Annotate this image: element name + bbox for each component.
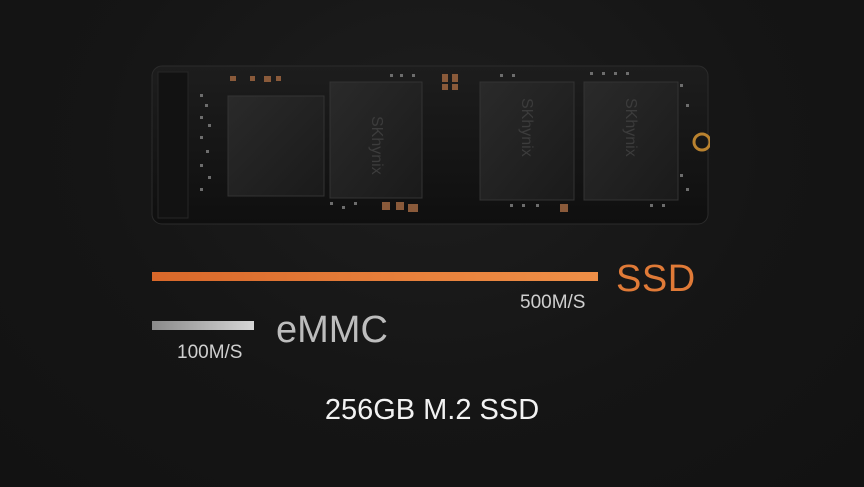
- emmc-speed-label: 100M/S: [177, 342, 243, 363]
- product-caption: 256GB M.2 SSD: [324, 394, 540, 426]
- chip-brand-text: SKhynix: [622, 98, 639, 157]
- chip-brand-text: SKhynix: [368, 116, 385, 175]
- connector-edge: [157, 71, 189, 219]
- ssd-speed-label: 500M/S: [520, 292, 586, 313]
- ssd-label: SSD: [616, 258, 696, 300]
- controller-chip: [227, 95, 325, 197]
- ssd-board-photo: SKhynix SKhynix SKhynix: [151, 65, 710, 225]
- ssd-speed-bar: [152, 272, 598, 281]
- emmc-label: eMMC: [276, 309, 388, 351]
- chip-brand-text: SKhynix: [518, 98, 535, 157]
- emmc-speed-bar: [152, 321, 254, 330]
- promo-graphic: SKhynix SKhynix SKhynix SSD 500M/S eMMC …: [0, 0, 864, 487]
